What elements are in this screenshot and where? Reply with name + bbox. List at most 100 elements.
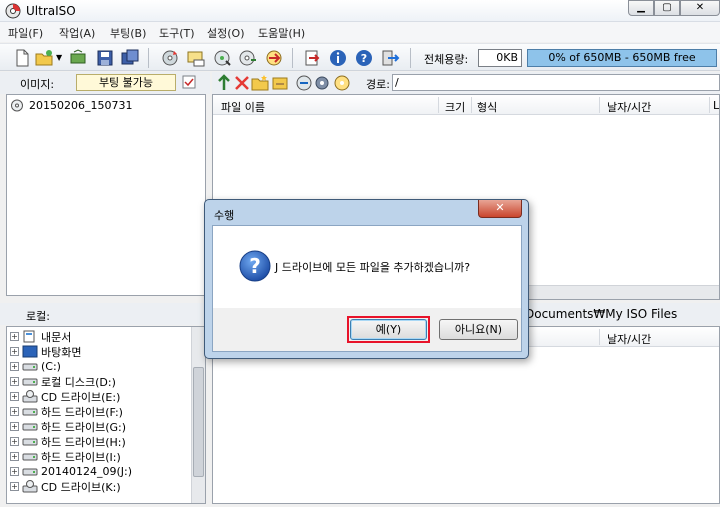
expand-icon[interactable]: + <box>10 392 19 401</box>
open-folder-icon[interactable] <box>34 48 54 68</box>
expand-icon[interactable]: + <box>10 347 19 356</box>
svg-text:?: ? <box>361 52 367 65</box>
expand-icon[interactable]: + <box>10 377 19 386</box>
new-folder-icon[interactable] <box>250 73 270 93</box>
iso-root-node[interactable]: 20150206_150731 <box>10 97 132 113</box>
boot-check-icon[interactable] <box>182 75 196 89</box>
menu-action[interactable]: 작업(A) <box>59 25 95 41</box>
rename-icon[interactable] <box>270 73 290 93</box>
expand-icon[interactable]: + <box>10 332 19 341</box>
mount-icon[interactable] <box>238 48 258 68</box>
iso-path-field[interactable]: / <box>392 74 720 91</box>
toolbar-separator <box>148 48 149 68</box>
question-icon: ? <box>239 250 271 282</box>
column-l[interactable]: L <box>713 99 719 112</box>
dialog-title: 수행 <box>214 209 235 222</box>
minimize-button[interactable]: ▁ <box>628 0 654 16</box>
save-as-icon[interactable] <box>120 48 140 68</box>
menu-tools[interactable]: 도구(T) <box>159 25 195 41</box>
capacity-meter[interactable]: 0% of 650MB - 650MB free <box>527 49 717 67</box>
menu-settings[interactable]: 설정(O) <box>207 25 244 41</box>
cd-image-icon <box>11 99 23 111</box>
expand-icon[interactable]: + <box>10 362 19 371</box>
new-file-icon[interactable] <box>12 48 32 68</box>
cd-drive-icon <box>22 390 38 403</box>
extract-icon[interactable] <box>68 48 88 68</box>
up-folder-icon[interactable] <box>214 73 234 93</box>
tree-item-drive-k[interactable]: + CD 드라이브(K:) <box>10 479 121 494</box>
tree-item-drive-g[interactable]: + 하드 드라이브(G:) <box>10 419 126 434</box>
main-toolbar: ▼ ? 전체용량: 0KB 0% of 650MB - 650MB free <box>0 43 720 71</box>
column-size[interactable]: 크기 <box>445 99 465 115</box>
column-divider[interactable] <box>438 97 439 113</box>
virtual-drive-icon[interactable] <box>186 48 206 68</box>
menu-boot[interactable]: 부팅(B) <box>110 25 146 41</box>
column-divider[interactable] <box>471 97 472 113</box>
expand-icon[interactable]: + <box>10 407 19 416</box>
compress-icon[interactable] <box>212 48 232 68</box>
scrollbar-thumb[interactable] <box>193 367 204 477</box>
image-label: 이미지: <box>20 78 55 91</box>
ultraiso-disc-icon <box>5 3 21 19</box>
options-icon[interactable] <box>302 48 322 68</box>
confirm-dialog: 수행 ✕ ? J 드라이브에 모든 파일을 추가하겠습니까? 예(Y) 아니요(… <box>204 199 529 359</box>
tree-item-desktop[interactable]: + 바탕화면 <box>10 344 81 359</box>
close-button[interactable]: ✕ <box>680 0 720 16</box>
window-title: UltraISO <box>26 4 76 18</box>
tree-item-drive-i[interactable]: + 하드 드라이브(I:) <box>10 449 121 464</box>
info-icon[interactable] <box>328 48 348 68</box>
dialog-message: J 드라이브에 모든 파일을 추가하겠습니까? <box>275 261 471 274</box>
tree-item-drive-j[interactable]: + 20140124_09(J:) <box>10 464 132 479</box>
dialog-message-area: ? J 드라이브에 모든 파일을 추가하겠습니까? <box>213 226 521 308</box>
expand-icon[interactable]: + <box>10 467 19 476</box>
column-divider[interactable] <box>709 97 710 113</box>
help-icon[interactable]: ? <box>354 48 374 68</box>
expand-icon[interactable]: + <box>10 452 19 461</box>
column-divider[interactable] <box>599 329 600 345</box>
cd-drive-icon <box>22 480 38 493</box>
exit-icon[interactable] <box>380 48 400 68</box>
delete-icon[interactable] <box>232 73 252 93</box>
title-bar: UltraISO ▁ ▢ ✕ <box>0 0 720 22</box>
maximize-button[interactable]: ▢ <box>654 0 680 16</box>
settings-gear-icon[interactable] <box>312 73 332 93</box>
svg-text:?: ? <box>249 254 261 278</box>
menu-bar: 파일(F) 작업(A) 부팅(B) 도구(T) 설정(O) 도움말(H) <box>0 22 720 42</box>
vertical-scrollbar[interactable] <box>191 327 205 503</box>
boot-file-icon[interactable] <box>332 73 352 93</box>
open-dropdown-arrow-icon[interactable]: ▼ <box>56 53 62 62</box>
menu-file[interactable]: 파일(F) <box>8 25 43 41</box>
toolbar-separator <box>292 48 293 68</box>
tree-item-drive-h[interactable]: + 하드 드라이브(H:) <box>10 434 126 449</box>
hard-drive-icon <box>22 423 38 431</box>
tree-item-drive-c[interactable]: + (C:) <box>10 359 61 374</box>
tree-item-drive-d[interactable]: + 로컬 디스크(D:) <box>10 374 116 389</box>
expand-icon[interactable]: + <box>10 437 19 446</box>
documents-icon <box>23 330 35 343</box>
convert-icon[interactable] <box>264 48 284 68</box>
expand-icon[interactable]: + <box>10 422 19 431</box>
menu-help[interactable]: 도움말(H) <box>258 25 305 41</box>
expand-icon[interactable]: + <box>10 482 19 491</box>
column-type[interactable]: 형식 <box>477 99 497 115</box>
burn-cd-icon[interactable] <box>160 48 180 68</box>
tree-item-drive-e[interactable]: + CD 드라이브(E:) <box>10 389 120 404</box>
local-path-text[interactable]: Documents₩My ISO Files <box>525 307 677 321</box>
dialog-close-button[interactable]: ✕ <box>478 200 522 218</box>
dialog-body: ? J 드라이브에 모든 파일을 추가하겠습니까? 예(Y) 아니요(N) <box>212 225 522 352</box>
hard-drive-icon <box>22 408 38 416</box>
yes-button[interactable]: 예(Y) <box>350 319 427 340</box>
column-date[interactable]: 날자/시간 <box>607 99 651 115</box>
no-button[interactable]: 아니요(N) <box>439 319 518 340</box>
column-filename[interactable]: 파일 이름 <box>221 99 265 115</box>
bootable-status: 부팅 불가능 <box>76 74 176 91</box>
column-divider[interactable] <box>599 97 600 113</box>
total-size-label: 전체용량: <box>424 53 469 66</box>
local-column-date[interactable]: 날자/시간 <box>607 331 651 347</box>
tree-item-documents[interactable]: + 내문서 <box>10 329 71 344</box>
save-icon[interactable] <box>95 48 115 68</box>
iso-tree-panel: 20150206_150731 <box>6 94 206 296</box>
hard-drive-icon <box>22 363 38 371</box>
properties-icon[interactable] <box>294 73 314 93</box>
tree-item-drive-f[interactable]: + 하드 드라이브(F:) <box>10 404 123 419</box>
